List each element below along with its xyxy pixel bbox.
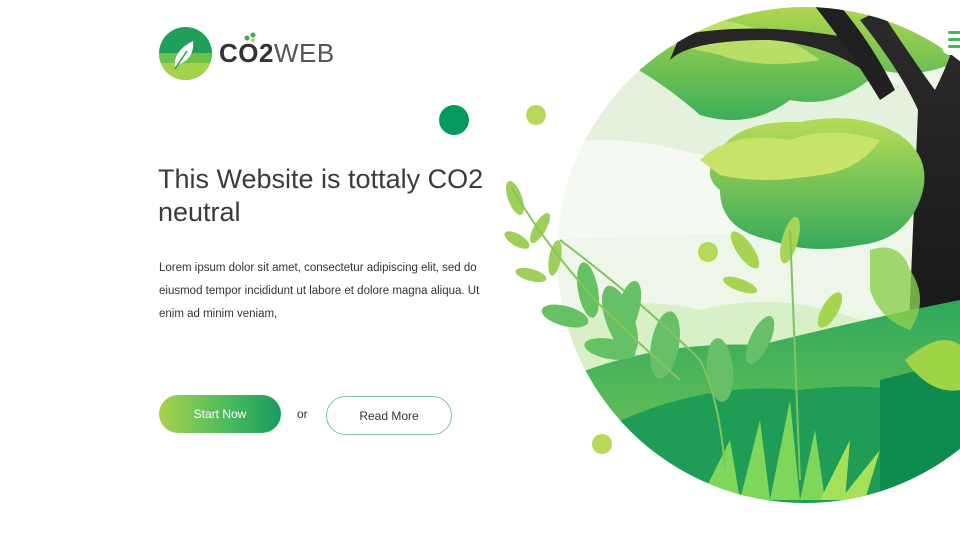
bubbles-icon (244, 32, 256, 42)
leaf-icon (159, 27, 212, 80)
read-more-button[interactable]: Read More (326, 396, 452, 435)
hero-description: Lorem ipsum dolor sit amet, consectetur … (159, 262, 480, 320)
brand-logo[interactable]: CO2WEB (159, 27, 335, 80)
brand-name-bold: CO2 (219, 38, 274, 68)
hamburger-menu-icon[interactable] (942, 23, 960, 55)
menu-line (948, 30, 960, 34)
brand-name: CO2WEB (219, 32, 335, 69)
start-now-button[interactable]: Start Now (159, 395, 281, 433)
menu-line (948, 37, 960, 41)
menu-line (948, 44, 960, 48)
or-label: or (297, 407, 308, 421)
brand-name-light: WEB (273, 38, 335, 68)
hero-title: This Website is tottaly CO2 neutral (158, 164, 484, 227)
